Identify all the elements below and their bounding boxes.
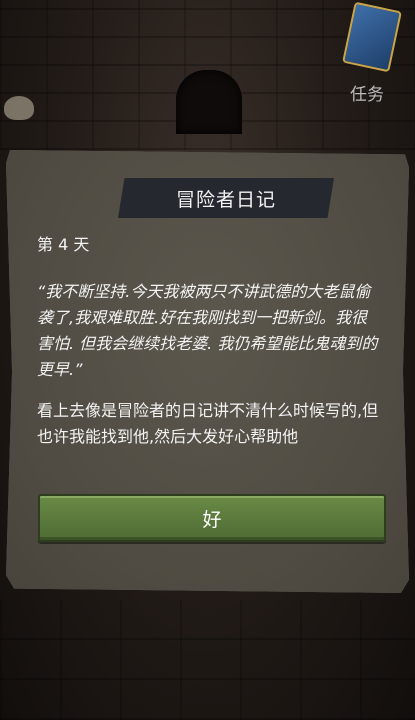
dungeon-floor [0, 600, 415, 720]
ok-button[interactable]: 好 [38, 494, 386, 542]
quest-label: 任务 [350, 85, 384, 105]
diary-day: 第 4 天 [37, 235, 90, 254]
dialog-title: 冒险者日记 [175, 188, 276, 211]
dialog-title-ribbon: 冒险者日记 [118, 178, 334, 218]
diary-description: 看上去像是冒险者的日记讲不清什么时候写的,但也许我能找到他,然后大发好心帮助他 [37, 401, 379, 446]
dungeon-gate [176, 70, 242, 134]
quest-button[interactable]: 任务 [340, 1, 406, 106]
diary-entry-text: “我不断坚持.今天我被两只不讲武德的大老鼠偷袭了,我艰难取胜.好在我刚找到一把新… [37, 282, 378, 379]
skull-decoration [4, 96, 34, 120]
quest-book-icon [342, 1, 402, 73]
